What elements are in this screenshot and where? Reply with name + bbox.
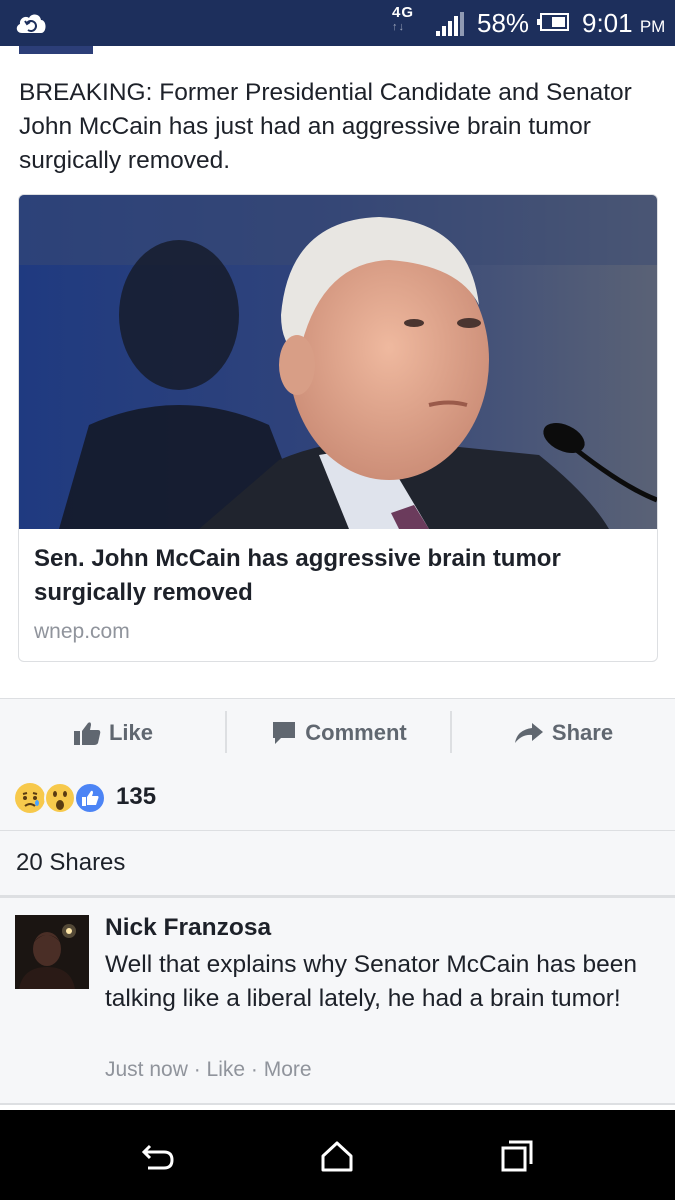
like-label: Like <box>108 720 154 745</box>
page-avatar <box>19 46 93 54</box>
android-nav-bar <box>0 1110 675 1200</box>
clock-suffix: PM <box>639 17 666 36</box>
link-title[interactable]: Sen. John McCain has aggressive brain tu… <box>34 542 634 610</box>
avatar[interactable] <box>15 915 89 989</box>
data-arrows-icon: ↑↓ <box>392 21 405 33</box>
action-bar: Like Comment Share <box>0 698 675 768</box>
link-preview[interactable]: Sen. John McCain has aggressive brain tu… <box>18 194 658 662</box>
battery-percent: 58% <box>477 8 530 38</box>
comment-meta: Just now · Like · More <box>105 1058 312 1082</box>
comment-label: Comment <box>305 720 407 745</box>
meta-separator: · <box>187 1058 207 1081</box>
link-preview-image[interactable] <box>19 195 657 529</box>
network-indicator: 4G ↑↓ <box>392 4 415 34</box>
comment-icon <box>273 722 296 744</box>
shares-count: 20 Shares <box>16 849 126 876</box>
comment-text: Well that explains why Senator McCain ha… <box>105 951 638 1012</box>
shares-summary[interactable]: 20 Shares <box>0 831 675 898</box>
reactions-summary[interactable]: 135 <box>0 767 675 831</box>
comment-author[interactable]: Nick Franzosa <box>105 914 271 942</box>
cloud-sync-icon <box>16 14 46 33</box>
signal-icon <box>436 12 464 36</box>
reaction-count: 135 <box>116 783 157 810</box>
comment-like-link[interactable]: Like <box>207 1058 246 1081</box>
share-arrow-icon <box>514 723 543 743</box>
battery-icon <box>537 13 569 31</box>
meta-separator: · <box>245 1058 264 1081</box>
home-icon[interactable] <box>315 1134 359 1178</box>
sad-reaction-icon <box>15 783 45 813</box>
post-card: BREAKING: Former Presidential Candidate … <box>0 46 675 698</box>
comment-more-link[interactable]: More <box>264 1058 312 1081</box>
network-type: 4G <box>392 4 415 21</box>
share-button[interactable]: Share <box>452 699 675 767</box>
recent-apps-icon[interactable] <box>495 1134 539 1178</box>
post-text: BREAKING: Former Presidential Candidate … <box>19 79 632 174</box>
status-bar: 4G ↑↓ 58% 9:01 PM <box>0 0 675 46</box>
thumbs-up-icon <box>73 722 101 745</box>
reaction-icons <box>15 782 106 814</box>
like-reaction-icon <box>74 782 106 814</box>
comment-item: Nick Franzosa Well that explains why Sen… <box>0 898 675 1105</box>
comment-time: Just now <box>105 1058 188 1081</box>
like-button[interactable]: Like <box>0 699 226 767</box>
clock: 9:01 PM <box>582 8 665 39</box>
share-label: Share <box>551 720 614 745</box>
link-domain: wnep.com <box>34 620 130 643</box>
wow-reaction-icon <box>44 782 76 814</box>
clock-time: 9:01 <box>582 8 633 38</box>
comment-button[interactable]: Comment <box>227 699 451 767</box>
back-icon[interactable] <box>136 1134 180 1178</box>
